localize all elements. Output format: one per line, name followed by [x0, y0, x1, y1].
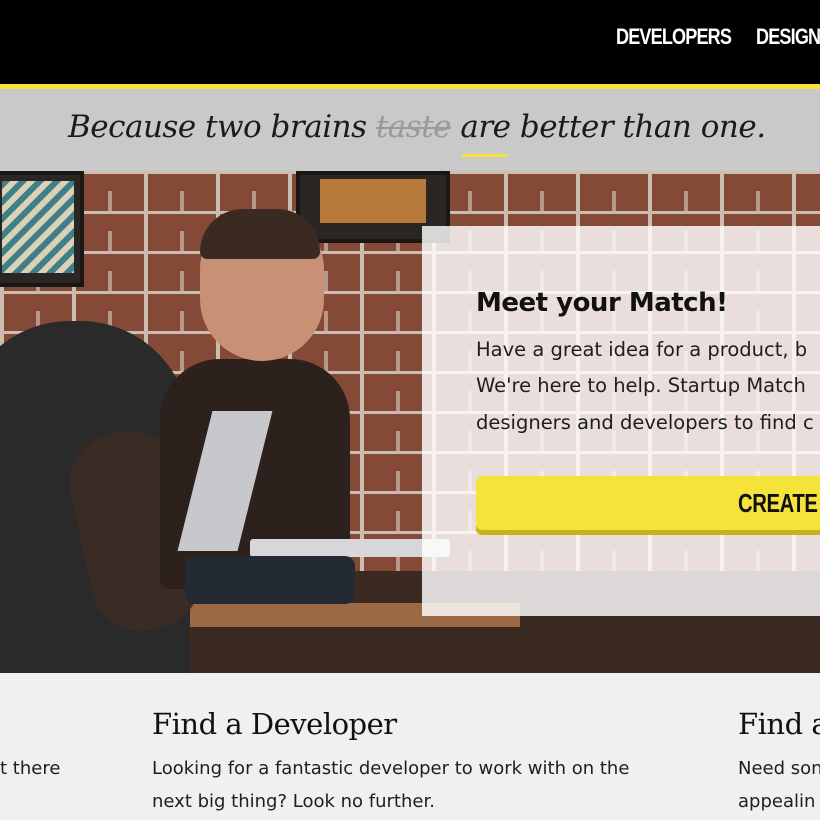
card-text-line: We're here to help. Startup Match [476, 374, 806, 397]
feature-text-line: Need son [738, 758, 820, 779]
feature-title-find-designer: Find a [738, 707, 820, 741]
feature-text-line: appealin [738, 791, 816, 812]
tagline-before: Because two brains [68, 109, 376, 145]
card-text-line: Have a great idea for a product, b [476, 338, 808, 361]
nav-link-designers[interactable]: DESIGN [756, 24, 820, 50]
tagline-banner: Because two brains taste are better than… [0, 89, 820, 171]
card-title: Meet your Match! [476, 288, 728, 318]
tagline-struck-word: taste [375, 109, 452, 145]
meet-your-match-card: Meet your Match! Have a great idea for a… [422, 226, 820, 616]
create-account-button[interactable]: CREATE A [476, 476, 820, 530]
feature-developer-text: Looking for a fantastic developer to wor… [152, 752, 629, 818]
tagline-after: better than one. [510, 109, 766, 145]
wall-picture-frame [0, 171, 84, 287]
person-center-hair [200, 209, 320, 259]
top-nav: DEVELOPERS DESIGN [0, 0, 820, 89]
feature-text-line: Looking for a fantastic developer to wor… [152, 758, 630, 779]
nav-link-developers[interactable]: DEVELOPERS [616, 24, 732, 50]
feature-title-find-developer: Find a Developer [152, 707, 397, 741]
tagline-text: Because two brains taste are better than… [68, 109, 766, 157]
create-account-button-label: CREATE A [738, 488, 820, 518]
bag [185, 556, 355, 604]
features-section: t there Find a Developer Looking for a f… [0, 673, 820, 820]
card-text-line: designers and developers to find c [476, 411, 814, 434]
feature-designer-text: Need son appealin [738, 752, 820, 818]
feature-left-text: t there [0, 752, 60, 785]
feature-text-line: next big thing? Look no further. [152, 791, 435, 812]
laptop-base [250, 539, 450, 557]
tagline-underlined-word: are [460, 109, 511, 157]
feature-text-line: t there [0, 758, 61, 779]
